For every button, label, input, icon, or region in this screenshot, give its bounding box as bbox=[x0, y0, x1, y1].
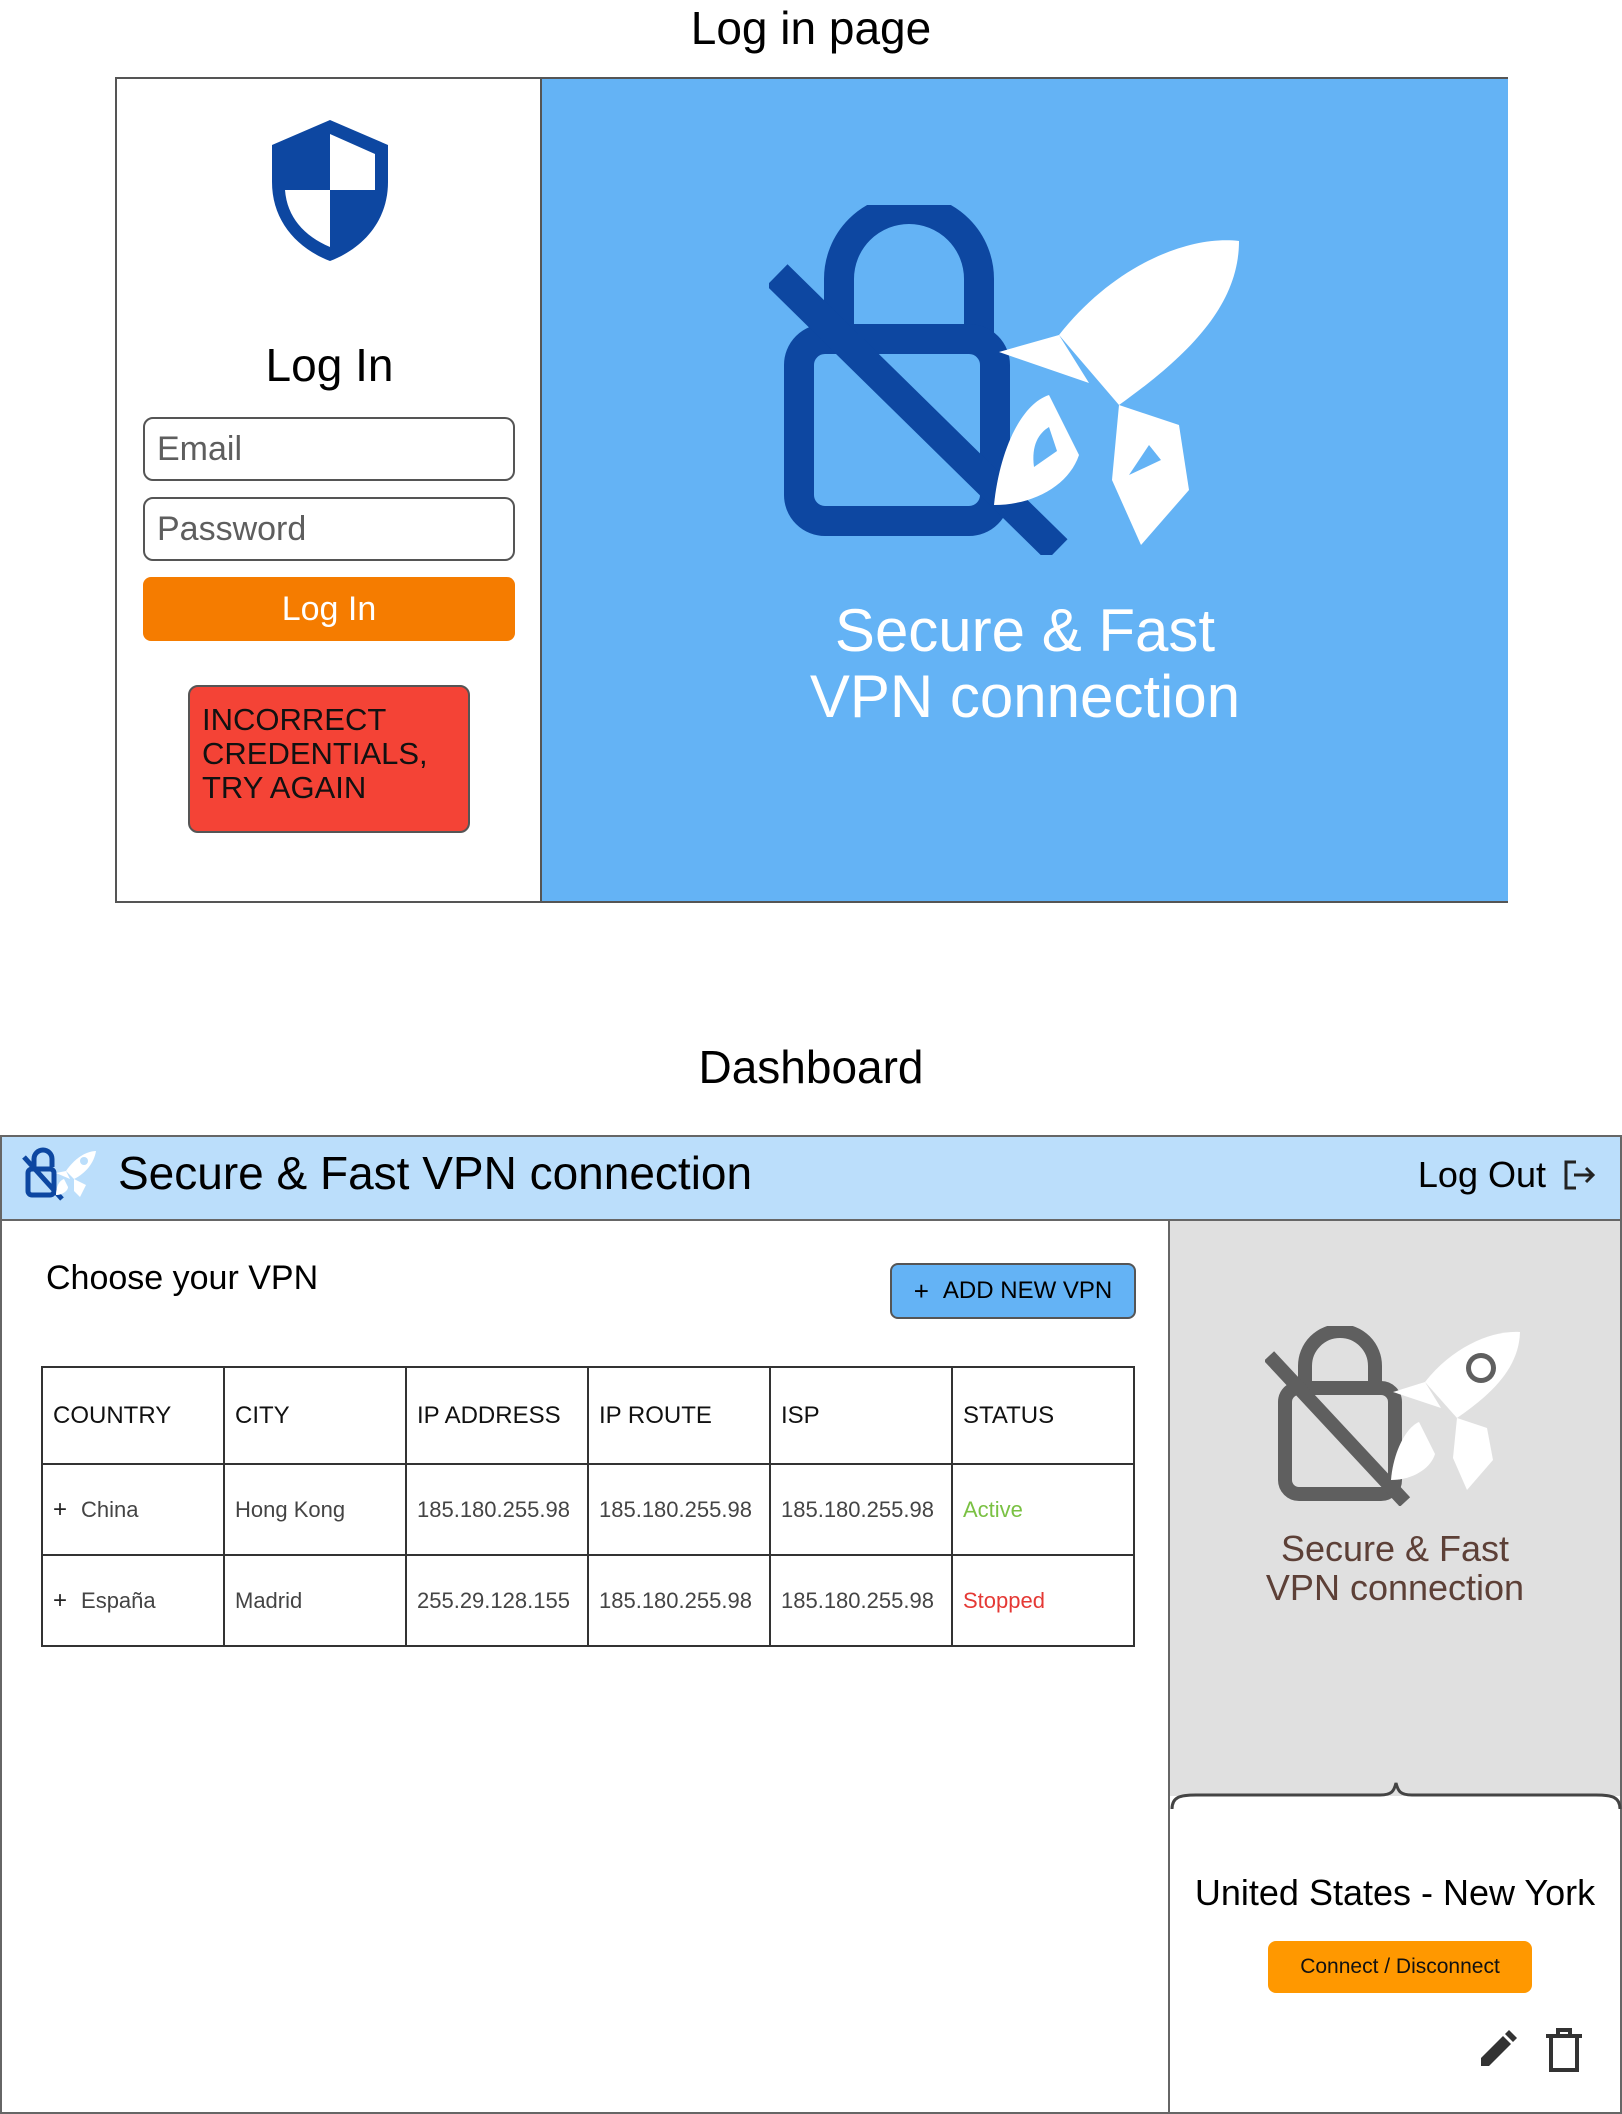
country-cell: + China bbox=[41, 1463, 225, 1556]
ip-route-cell: 185.180.255.98 bbox=[587, 1463, 771, 1556]
ip-address-cell: 185.180.255.98 bbox=[405, 1463, 589, 1556]
delete-icon[interactable] bbox=[1540, 2026, 1588, 2074]
hero-tagline: Secure & Fast VPN connection bbox=[809, 597, 1241, 730]
status-cell: Stopped bbox=[951, 1554, 1135, 1647]
status-cell: Active bbox=[951, 1463, 1135, 1556]
expand-icon[interactable]: + bbox=[53, 1496, 67, 1523]
expand-icon[interactable]: + bbox=[53, 1587, 67, 1614]
edit-icon[interactable] bbox=[1473, 2026, 1521, 2074]
brace-divider bbox=[1170, 1782, 1622, 1810]
column-header: CITY bbox=[223, 1366, 407, 1465]
logout-button[interactable]: Log Out bbox=[1418, 1151, 1596, 1199]
ip-address-cell: 255.29.128.155 bbox=[405, 1554, 589, 1647]
column-header: IP ADDRESS bbox=[405, 1366, 589, 1465]
dashboard-frame: Secure & Fast VPN connection Log Out Cho… bbox=[0, 1135, 1622, 2114]
app-header: Secure & Fast VPN connection Log Out bbox=[2, 1137, 1620, 1221]
logout-icon bbox=[1564, 1160, 1596, 1190]
table-row[interactable]: + China Hong Kong 185.180.255.98 185.180.… bbox=[41, 1463, 1135, 1556]
isp-cell: 185.180.255.98 bbox=[769, 1554, 953, 1647]
app-title: Secure & Fast VPN connection bbox=[118, 1147, 753, 1199]
vpn-list-panel: Choose your VPN + ADD NEW VPN COUNTRY CI… bbox=[2, 1221, 1168, 2112]
country-value: China bbox=[81, 1496, 139, 1522]
column-header: IP ROUTE bbox=[587, 1366, 771, 1465]
connect-disconnect-button[interactable]: Connect / Disconnect bbox=[1268, 1941, 1532, 1993]
side-brand-area: Secure & Fast VPN connection bbox=[1170, 1221, 1620, 1796]
country-value: España bbox=[81, 1587, 156, 1613]
city-cell: Madrid bbox=[223, 1554, 407, 1647]
city-cell: Hong Kong bbox=[223, 1463, 407, 1556]
login-form-panel: Log In Log In INCORRECT CREDENTIALS, TRY… bbox=[117, 79, 542, 901]
table-header-row: COUNTRY CITY IP ADDRESS IP ROUTE ISP STA… bbox=[41, 1366, 1135, 1465]
app-logo-icon bbox=[22, 1147, 96, 1201]
login-heading: Log In bbox=[265, 339, 394, 391]
vpn-table: COUNTRY CITY IP ADDRESS IP ROUTE ISP STA… bbox=[41, 1366, 1135, 1647]
login-button[interactable]: Log In bbox=[143, 577, 515, 641]
choose-vpn-label: Choose your VPN bbox=[46, 1259, 319, 1297]
shield-icon bbox=[272, 120, 388, 261]
add-new-vpn-label: ADD NEW VPN bbox=[942, 1277, 1113, 1304]
hero-panel: Secure & Fast VPN connection bbox=[542, 79, 1508, 901]
isp-cell: 185.180.255.98 bbox=[769, 1463, 953, 1556]
email-field[interactable] bbox=[143, 417, 515, 481]
column-header: STATUS bbox=[951, 1366, 1135, 1465]
add-new-vpn-button[interactable]: + ADD NEW VPN bbox=[890, 1263, 1136, 1319]
side-brand-text: Secure & Fast VPN connection bbox=[1265, 1528, 1525, 1608]
column-header: COUNTRY bbox=[41, 1366, 225, 1465]
logout-label: Log Out bbox=[1417, 1154, 1546, 1195]
selected-location: United States - New York bbox=[1194, 1872, 1596, 1913]
country-cell: + España bbox=[41, 1554, 225, 1647]
vpn-lock-rocket-icon bbox=[769, 205, 1239, 555]
password-field[interactable] bbox=[143, 497, 515, 561]
error-message: INCORRECT CREDENTIALS, TRY AGAIN bbox=[188, 685, 470, 833]
ip-route-cell: 185.180.255.98 bbox=[587, 1554, 771, 1647]
login-page-frame: Log In Log In INCORRECT CREDENTIALS, TRY… bbox=[115, 77, 1508, 903]
plus-icon: + bbox=[913, 1275, 929, 1306]
selected-vpn-panel: Secure & Fast VPN connection United Stat… bbox=[1168, 1221, 1622, 2112]
vpn-lock-rocket-icon bbox=[1265, 1326, 1520, 1506]
table-row[interactable]: + España Madrid 255.29.128.155 185.180.25… bbox=[41, 1554, 1135, 1647]
dashboard-section-title: Dashboard bbox=[698, 1041, 924, 1093]
column-header: ISP bbox=[769, 1366, 953, 1465]
login-section-title: Log in page bbox=[690, 2, 932, 54]
